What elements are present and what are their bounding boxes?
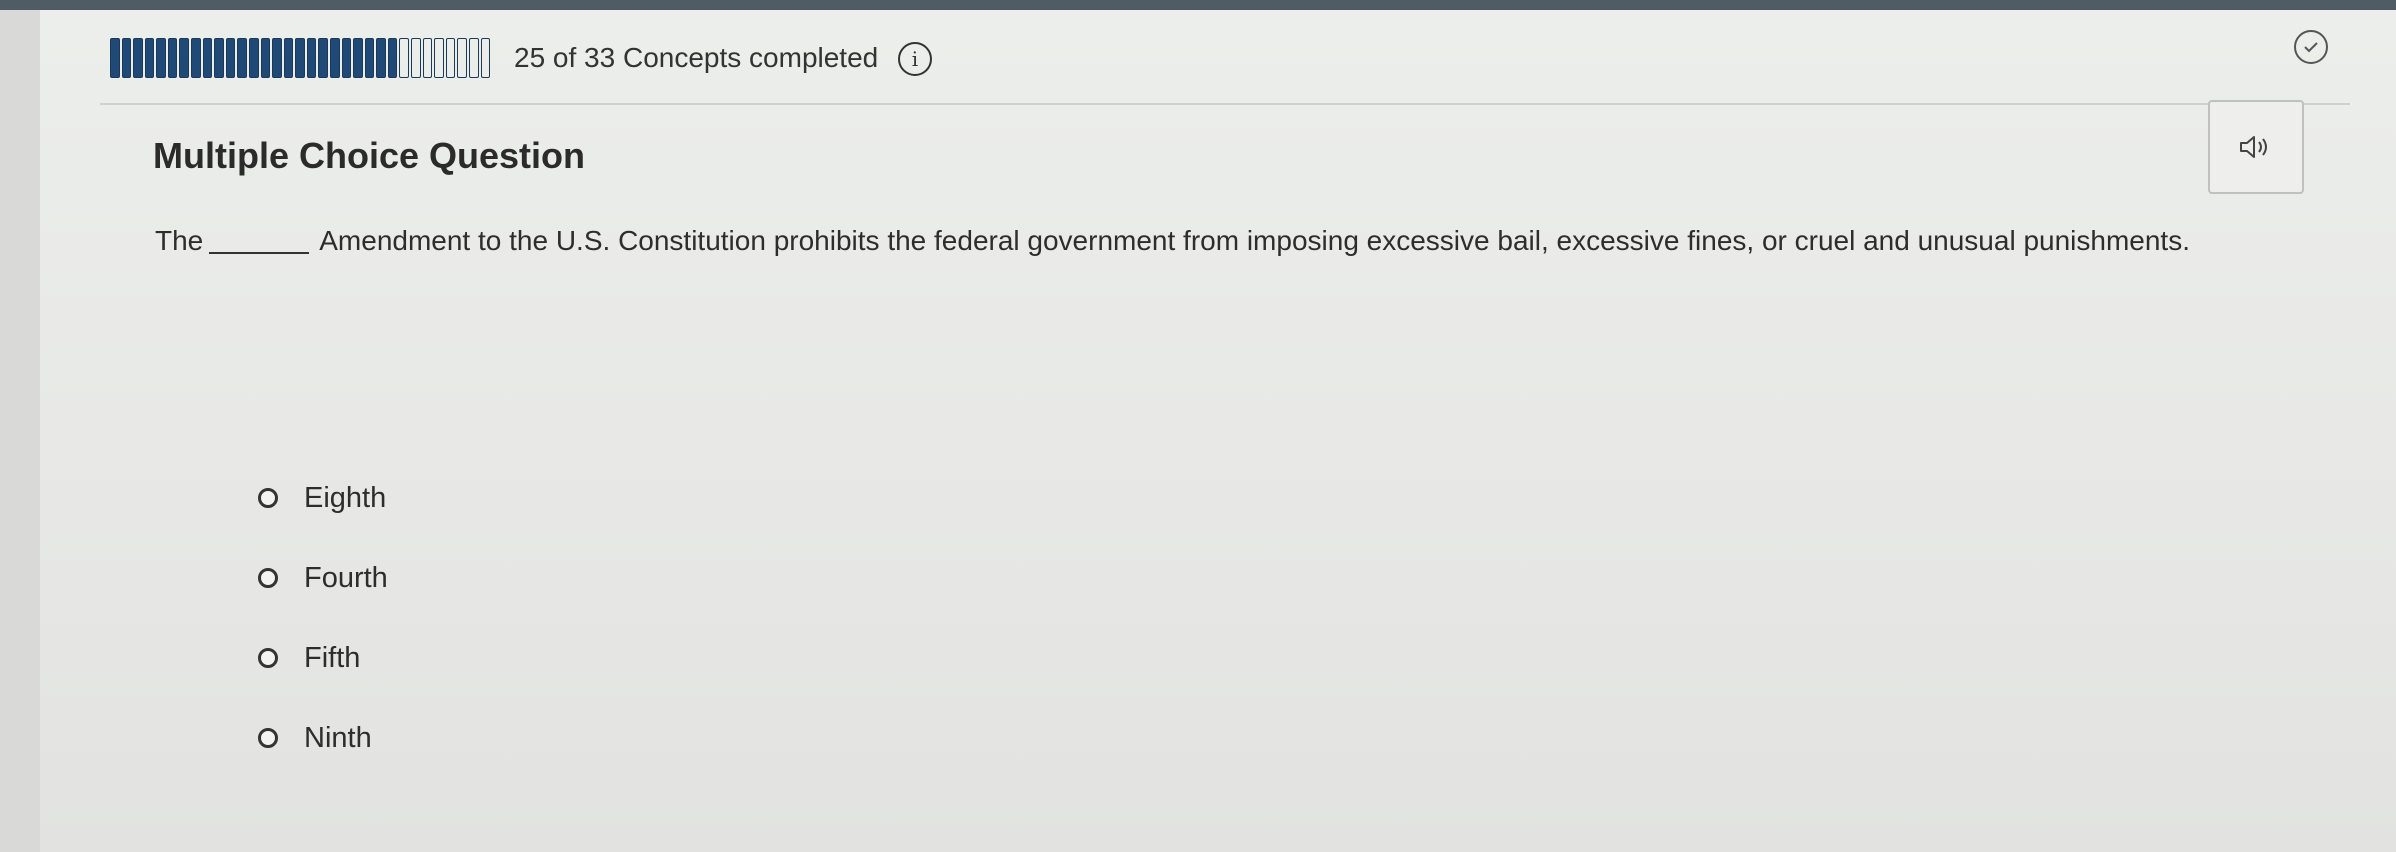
speaker-icon bbox=[2240, 136, 2267, 158]
progress-segment-remaining bbox=[457, 38, 467, 78]
progress-segment-completed bbox=[225, 38, 236, 78]
progress-segment-completed bbox=[272, 38, 282, 78]
progress-segment-completed bbox=[318, 38, 328, 78]
progress-bar bbox=[110, 38, 491, 78]
question-text-end: Amendment to the U.S. Constitution prohi… bbox=[319, 225, 2190, 256]
option-eighth[interactable]: Eighth bbox=[258, 458, 388, 538]
progress-segment-completed bbox=[387, 38, 398, 78]
info-icon[interactable]: i bbox=[898, 42, 932, 76]
progress-segment-completed bbox=[283, 38, 294, 78]
progress-segment-completed bbox=[121, 38, 132, 78]
question-text-start: The bbox=[155, 225, 204, 256]
progress-segment-completed bbox=[248, 38, 259, 78]
option-label: Eighth bbox=[304, 481, 387, 514]
answer-blank bbox=[209, 228, 310, 254]
header-divider bbox=[100, 103, 2350, 105]
progress-segment-remaining bbox=[399, 38, 410, 78]
top-strip bbox=[0, 0, 2396, 10]
progress-segment-completed bbox=[376, 38, 386, 78]
progress-segment-completed bbox=[179, 38, 190, 78]
progress-segment-completed bbox=[306, 38, 317, 78]
progress-segment-completed bbox=[214, 38, 224, 78]
progress-segment-completed bbox=[133, 38, 143, 78]
progress-segment-completed bbox=[144, 38, 155, 78]
option-ninth[interactable]: Ninth bbox=[258, 698, 388, 778]
progress-segment-completed bbox=[260, 38, 271, 78]
progress-segment-remaining bbox=[480, 38, 491, 78]
progress-segment-completed bbox=[329, 38, 340, 78]
option-fourth[interactable]: Fourth bbox=[258, 538, 388, 618]
progress-segment-completed bbox=[341, 38, 352, 78]
progress-segment-completed bbox=[156, 38, 166, 78]
progress-segment-completed bbox=[191, 38, 201, 78]
option-label: Fifth bbox=[304, 641, 361, 674]
progress-segment-remaining bbox=[434, 38, 444, 78]
progress-segment-completed bbox=[202, 38, 213, 78]
option-label: Ninth bbox=[304, 721, 372, 754]
progress-segment-completed bbox=[364, 38, 375, 78]
progress-segment-completed bbox=[295, 38, 305, 78]
read-aloud-button[interactable] bbox=[2208, 100, 2304, 194]
question-stem: The Amendment to the U.S. Constitution pr… bbox=[155, 218, 2195, 264]
progress-segment-completed bbox=[110, 38, 120, 78]
check-circle-icon[interactable] bbox=[2294, 30, 2328, 64]
progress-segment-completed bbox=[353, 38, 363, 78]
radio-button[interactable] bbox=[258, 648, 278, 668]
radio-button[interactable] bbox=[258, 488, 278, 508]
progress-segment-remaining bbox=[422, 38, 433, 78]
answer-options: Eighth Fourth Fifth Ninth bbox=[258, 458, 388, 778]
option-fifth[interactable]: Fifth bbox=[258, 618, 388, 698]
progress-segment-remaining bbox=[468, 38, 479, 78]
progress-text: 25 of 33 Concepts completed bbox=[514, 42, 879, 73]
radio-button[interactable] bbox=[258, 728, 278, 748]
progress-segment-completed bbox=[167, 38, 178, 78]
progress-segment-remaining bbox=[411, 38, 421, 78]
option-label: Fourth bbox=[304, 561, 388, 594]
progress-segment-remaining bbox=[445, 38, 456, 78]
progress-segment-completed bbox=[237, 38, 247, 78]
radio-button[interactable] bbox=[258, 568, 278, 588]
question-title: Multiple Choice Question bbox=[153, 135, 586, 176]
